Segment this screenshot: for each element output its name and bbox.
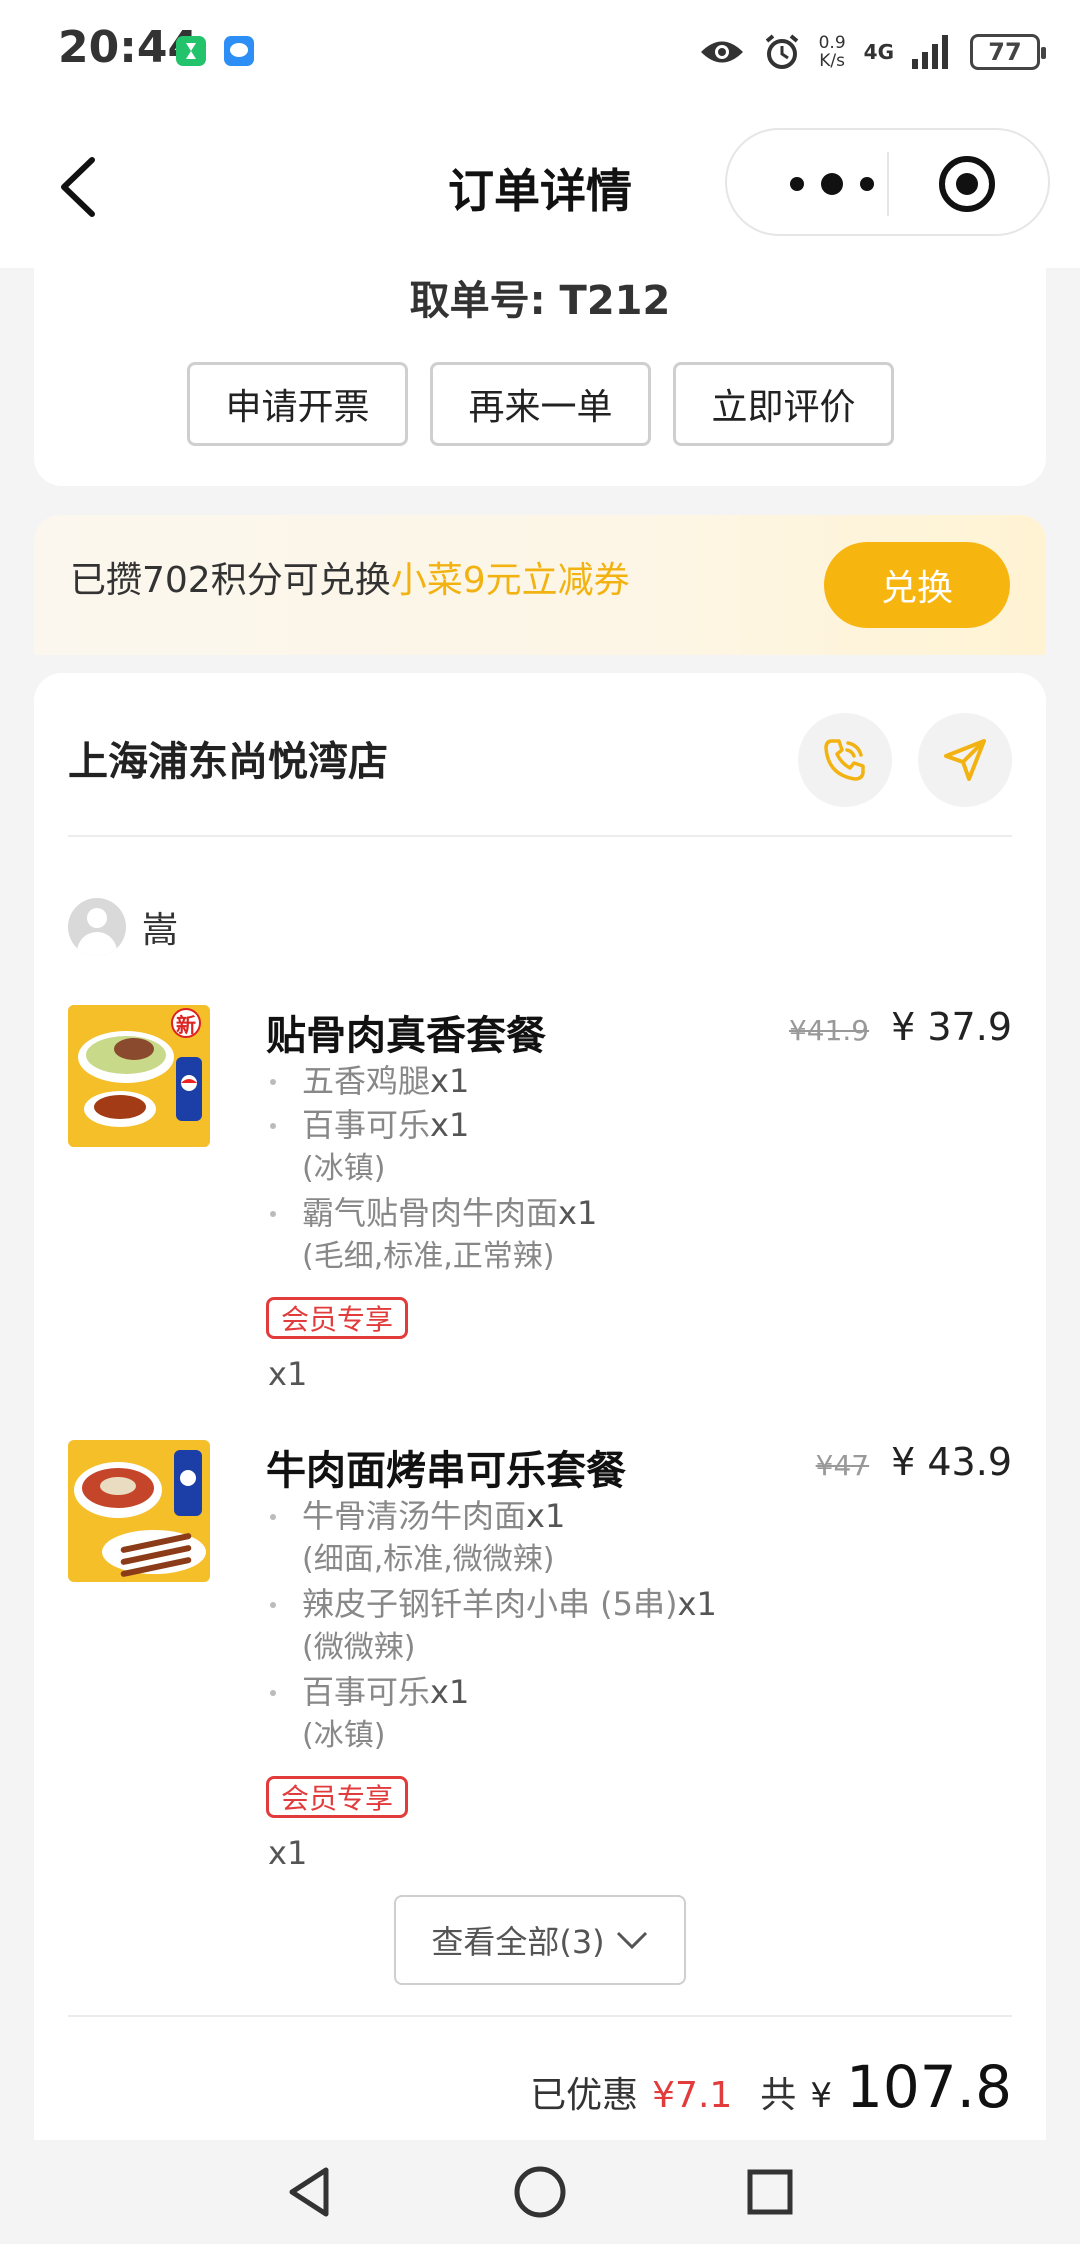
status-bar: 20:44 0.9 K/s 4G 77: [0, 0, 1080, 100]
divider: [68, 2015, 1012, 2017]
rate-button[interactable]: 立即评价: [673, 362, 894, 446]
component-entry: 辣皮子钢钎羊肉小串 (5串)x1 (微微辣): [268, 1582, 828, 1670]
component-entry: 五香鸡腿x1: [268, 1059, 828, 1103]
divider: [68, 835, 1012, 837]
more-icon[interactable]: [777, 166, 897, 202]
exchange-button[interactable]: 兑换: [824, 542, 1010, 628]
item-name: 牛肉面烤串可乐套餐: [266, 1448, 626, 1494]
discount-label: 已优惠: [530, 2075, 639, 2116]
order-actions: 申请开票 再来一单 立即评价: [187, 362, 894, 446]
network-type: 4G: [863, 40, 894, 64]
pickup-number: 取单号: T212: [409, 278, 671, 324]
capsule-divider: [887, 152, 889, 216]
store-name: 上海浦东尚悦湾店: [68, 739, 388, 785]
current-price: ¥ 43.9: [891, 1440, 1012, 1484]
item-image: 新: [68, 1005, 210, 1147]
net-speed: 0.9 K/s: [818, 33, 846, 71]
new-badge: 新: [176, 1013, 196, 1037]
points-banner: 已攒702积分可兑换小菜9元立减券 兑换: [34, 515, 1046, 655]
component-entry: 百事可乐x1 (冰镇): [268, 1103, 828, 1191]
component-entry: 百事可乐x1 (冰镇): [268, 1670, 828, 1758]
chevron-down-icon: [616, 1931, 647, 1950]
coupon-highlight: 小菜9元立减券: [390, 560, 630, 601]
original-price: ¥47: [815, 1449, 870, 1482]
member-exclusive-tag: 会员专享: [266, 1297, 409, 1339]
request-invoice-button[interactable]: 申请开票: [187, 362, 408, 446]
mini-program-capsule: [725, 128, 1050, 236]
back-triangle-icon[interactable]: [280, 2162, 340, 2222]
order-item: 新 贴骨肉真香套餐 ¥41.9 ¥ 37.9 五香鸡腿x1 百事可乐x1 (冰镇…: [68, 1005, 1012, 1393]
user-row: 嵩: [68, 898, 178, 956]
recents-square-icon[interactable]: [740, 2162, 800, 2222]
reorder-button[interactable]: 再来一单: [430, 362, 651, 446]
close-mini-program-icon[interactable]: [937, 154, 997, 214]
component-entry: 牛骨清汤牛肉面x1 (细面,标准,微微辣): [268, 1494, 828, 1582]
item-components: 五香鸡腿x1 百事可乐x1 (冰镇) 霸气贴骨肉牛肉面x1 (毛细,标准,正常辣…: [268, 1059, 828, 1279]
timer-app-icon: [176, 36, 206, 66]
original-price: ¥41.9: [788, 1014, 870, 1047]
points-text: 已攒702积分可兑换小菜9元立减券: [70, 560, 630, 601]
avatar: [68, 898, 126, 956]
navigate-store-button[interactable]: [918, 713, 1012, 807]
item-quantity: x1: [268, 1834, 308, 1872]
item-price: ¥47 ¥ 43.9: [816, 1440, 1012, 1484]
item-name: 贴骨肉真香套餐: [266, 1013, 546, 1059]
alarm-icon: [765, 34, 798, 69]
navigation-icon: [944, 739, 986, 781]
total-value: 107.8: [845, 2053, 1012, 2121]
message-app-icon: [224, 36, 254, 66]
call-store-button[interactable]: [798, 713, 892, 807]
view-all-label: 查看全部(3): [431, 1923, 605, 1961]
eye-icon: [700, 41, 743, 63]
system-nav-bar: [0, 2140, 1080, 2244]
component-entry: 霸气贴骨肉牛肉面x1 (毛细,标准,正常辣): [268, 1191, 828, 1279]
total-label: 共: [760, 2075, 797, 2116]
order-header-card: 取单号: T212 申请开票 再来一单 立即评价: [34, 268, 1046, 486]
status-icons: 0.9 K/s 4G 77: [699, 24, 1046, 80]
order-summary: 已优惠 ¥7.1 共 ¥ 107.8: [530, 2053, 1012, 2121]
item-image: [68, 1440, 210, 1582]
order-item: 牛肉面烤串可乐套餐 ¥47 ¥ 43.9 牛骨清汤牛肉面x1 (细面,标准,微微…: [68, 1440, 1012, 1872]
signal-icon: [912, 35, 948, 69]
view-all-button[interactable]: 查看全部(3): [394, 1895, 686, 1985]
battery-indicator: 77: [970, 34, 1046, 70]
home-circle-icon[interactable]: [510, 2162, 570, 2222]
member-exclusive-tag: 会员专享: [266, 1776, 409, 1818]
user-name: 嵩: [142, 910, 179, 951]
nav-bar: 订单详情: [0, 100, 1080, 268]
total-currency: ¥: [810, 2076, 832, 2116]
item-components: 牛骨清汤牛肉面x1 (细面,标准,微微辣) 辣皮子钢钎羊肉小串 (5串)x1 (…: [268, 1494, 828, 1758]
discount-value: ¥7.1: [652, 2075, 733, 2116]
phone-icon: [824, 739, 865, 781]
current-price: ¥ 37.9: [891, 1005, 1012, 1049]
item-quantity: x1: [268, 1355, 308, 1393]
item-price: ¥41.9 ¥ 37.9: [789, 1005, 1012, 1049]
order-detail-card: 上海浦东尚悦湾店 嵩 新 贴骨肉真香套餐 ¥41.9 ¥ 37.9 五香鸡腿x1…: [34, 673, 1046, 2153]
